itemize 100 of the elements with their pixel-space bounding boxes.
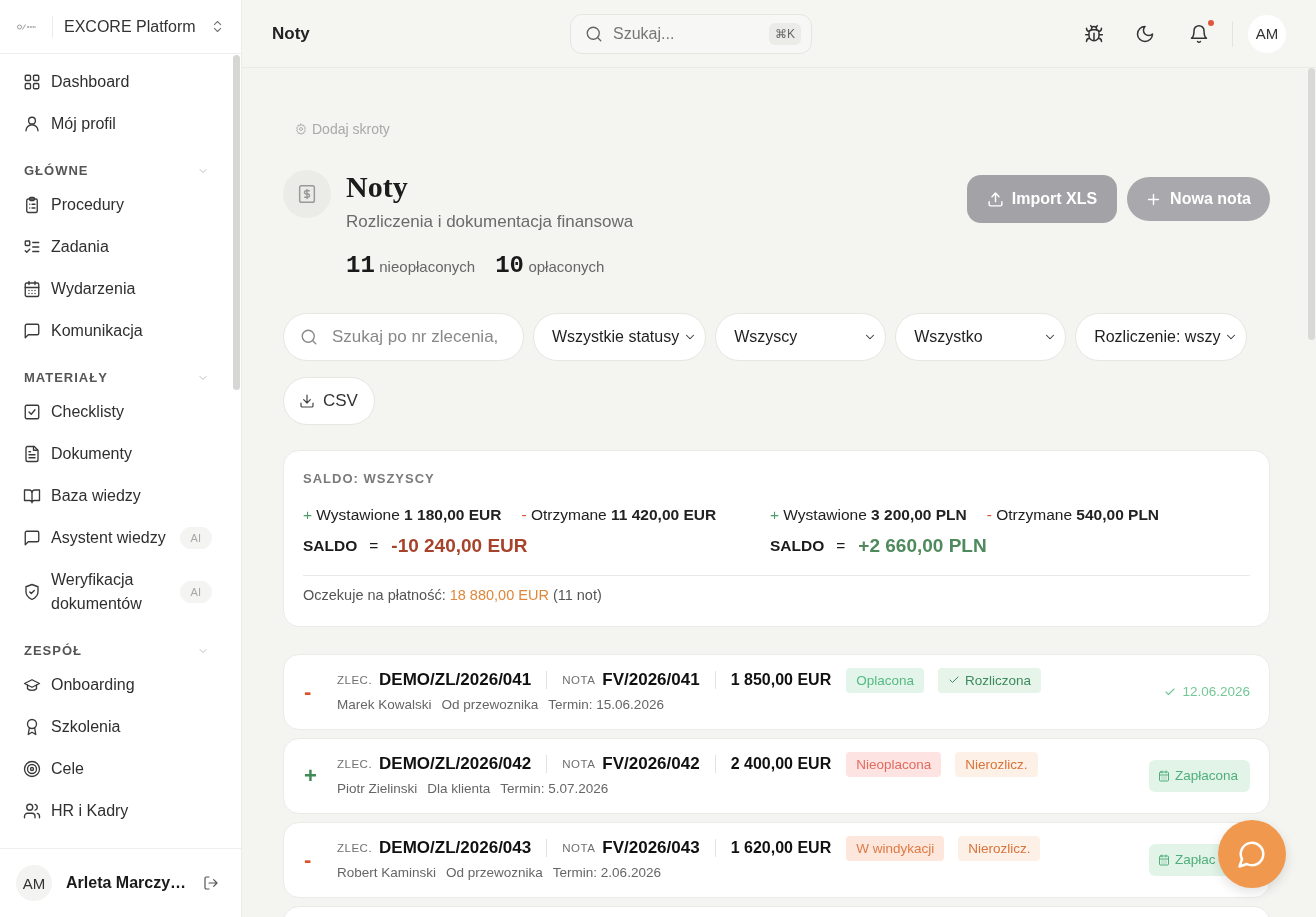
stat-count: 10 opłaconych xyxy=(495,251,605,281)
person-name: Marek Kowalski xyxy=(337,696,432,714)
settlement-status-tag: Nierozlicz. xyxy=(955,751,1038,777)
bug-icon[interactable] xyxy=(1084,23,1104,44)
issued-total: + Wystawione 1 180,00 EUR xyxy=(303,505,502,525)
payment-date: 12.06.2026 xyxy=(1182,684,1250,699)
scrollbar-thumb[interactable] xyxy=(1308,68,1315,340)
order-label: ZLEC. xyxy=(337,674,373,686)
search-bar[interactable]: Szukaj po nr zlecenia, xyxy=(283,313,524,361)
workspace-switcher[interactable]: EXCORE Platform xyxy=(64,8,225,45)
note-label: NOTA xyxy=(562,842,596,854)
nav-item[interactable]: Zadania xyxy=(23,226,212,268)
checkbox-icon xyxy=(23,403,41,421)
filter-dropdown[interactable]: Rozliczenie: wszy xyxy=(1075,313,1248,361)
csv-export-button[interactable]: CSV xyxy=(283,377,375,425)
nav-item[interactable]: Dokumenty xyxy=(23,433,212,475)
nav-item[interactable]: Weryfikacja dokumentów AI xyxy=(23,559,212,625)
nav-item[interactable]: Checklisty xyxy=(23,391,212,433)
balance-title: SALDO: WSZYSCY xyxy=(303,470,436,488)
book-icon xyxy=(23,487,41,505)
order-number: DEMO/ZL/2026/041 xyxy=(379,670,532,690)
header-title: Noty xyxy=(272,23,310,43)
search-icon xyxy=(300,328,318,346)
stat-count: 11 nieopłaconych xyxy=(346,251,476,281)
bell-icon[interactable] xyxy=(1189,23,1209,44)
section-toggle[interactable]: GŁÓWNE xyxy=(23,145,212,184)
filter-dropdown[interactable]: Wszyscy xyxy=(715,313,887,361)
filter-dropdown[interactable]: Wszystko xyxy=(895,313,1067,361)
page-title: Noty xyxy=(346,170,408,204)
calendar-icon xyxy=(1158,769,1170,782)
note-amount: 1 620,00 EUR xyxy=(730,839,832,857)
clipboard-icon xyxy=(23,196,41,214)
filter-dropdown[interactable]: Wszystkie statusy xyxy=(533,313,707,361)
settlement-status-tag: Nierozlicz. xyxy=(958,835,1041,861)
nav-item[interactable]: Asystent wiedzy AI xyxy=(23,517,212,559)
note-card[interactable]: - ZLEC. DEMO/ZL/2026/043 NOTA FV/2026/043 1 620,00 EUR W windykacji Nierozlicz. Robert Kaminski Od przewoznika Termin: 2.06.2026 Zapłac xyxy=(283,822,1270,898)
shortcut-hint: ⌘K xyxy=(769,22,801,45)
search-bar[interactable]: Szukaj... ⌘K xyxy=(570,13,812,54)
balance-amount: +2 660,00 PLN xyxy=(858,534,987,558)
user-name: Arleta Marczy… xyxy=(66,874,188,892)
upload-icon xyxy=(986,190,1004,208)
speech-bubble-icon xyxy=(23,322,41,340)
note-number: FV/2026/041 xyxy=(602,670,700,690)
note-number: FV/2026/042 xyxy=(602,754,700,774)
note-amount: 2 400,00 EUR xyxy=(730,755,832,773)
note-number: FV/2026/043 xyxy=(602,838,700,858)
ai-tag: AI xyxy=(179,527,212,549)
logout-icon[interactable] xyxy=(203,875,219,891)
payment-status-tag: Nieoplacona xyxy=(846,751,942,777)
speech-bubble-icon xyxy=(23,529,41,547)
nav-item[interactable]: Procedury xyxy=(23,184,212,226)
order-label: ZLEC. xyxy=(337,842,373,854)
search-field[interactable]: Szukaj... xyxy=(613,24,759,43)
amount-sign: - xyxy=(304,680,313,703)
section-toggle[interactable]: MATERIAŁY xyxy=(23,352,212,391)
nav-item[interactable]: HR i Kadry xyxy=(23,790,212,832)
nav-item[interactable]: Dashboard xyxy=(23,61,212,103)
moon-icon[interactable] xyxy=(1135,23,1155,44)
page-subtitle: Rozliczenia i dokumentacja finansowa xyxy=(346,211,634,233)
shield-icon xyxy=(23,583,41,601)
nav-item[interactable]: Komunikacja xyxy=(23,310,212,352)
logo-icon xyxy=(17,22,37,31)
nav-item[interactable]: Szkolenia xyxy=(23,706,212,748)
target-icon xyxy=(23,760,41,778)
nav-item[interactable]: Baza wiedzy xyxy=(23,475,212,517)
user-avatar[interactable]: AM xyxy=(1248,14,1286,53)
order-number: DEMO/ZL/2026/042 xyxy=(379,754,532,774)
order-search-field[interactable]: Szukaj po nr zlecenia, xyxy=(332,327,509,347)
check-icon xyxy=(948,674,960,686)
balance-label: SALDO = xyxy=(303,536,379,556)
nav-item[interactable]: Wydarzenia xyxy=(23,268,212,310)
settings-icon xyxy=(295,123,307,135)
calendar-icon xyxy=(1158,853,1170,866)
person-name: Piotr Zielinski xyxy=(337,780,418,798)
calendar-icon xyxy=(23,280,41,298)
scrollbar-thumb[interactable] xyxy=(233,55,240,390)
received-total: - Otrzymane 11 420,00 EUR xyxy=(521,505,717,525)
person-name: Robert Kaminski xyxy=(337,864,437,882)
nav-item[interactable]: Mój profil xyxy=(23,103,212,145)
section-toggle[interactable]: ZESPÓŁ xyxy=(23,625,212,664)
checklist-icon xyxy=(23,238,41,256)
order-label: ZLEC. xyxy=(337,758,373,770)
receipt-icon xyxy=(283,170,331,218)
amount-sign: - xyxy=(304,848,313,871)
nav-item[interactable]: Onboarding xyxy=(23,664,212,706)
ai-tag: AI xyxy=(179,581,212,603)
paid-tag: Zapłacona xyxy=(1149,759,1250,792)
note-card[interactable]: - ZLEC. DEMO/ZL/2026/041 NOTA FV/2026/041 1 850,00 EUR Oplacona Rozliczona Marek Kowalski Od przewoznika Termin: 15.06.2026 12.06.2026 xyxy=(283,654,1270,730)
nav-item[interactable]: Cele xyxy=(23,748,212,790)
order-number: DEMO/ZL/2026/043 xyxy=(379,838,532,858)
direction-text: Od przewoznika xyxy=(441,696,539,714)
user-avatar[interactable]: AM xyxy=(16,865,52,901)
chat-icon xyxy=(1237,839,1267,869)
due-date: Termin: 5.07.2026 xyxy=(500,780,609,798)
person-icon xyxy=(23,115,41,133)
issued-total: + Wystawione 3 200,00 PLN xyxy=(770,505,967,525)
note-card[interactable]: + ZLEC. DEMO/ZL/2026/042 NOTA FV/2026/042 2 400,00 EUR Nieoplacona Nierozlicz. Piotr Zielinski Dla klienta Termin: 5.07.2026 Zapłacona xyxy=(283,738,1270,814)
balance-amount: -10 240,00 EUR xyxy=(391,534,528,558)
download-icon xyxy=(299,393,315,409)
document-icon xyxy=(23,445,41,463)
